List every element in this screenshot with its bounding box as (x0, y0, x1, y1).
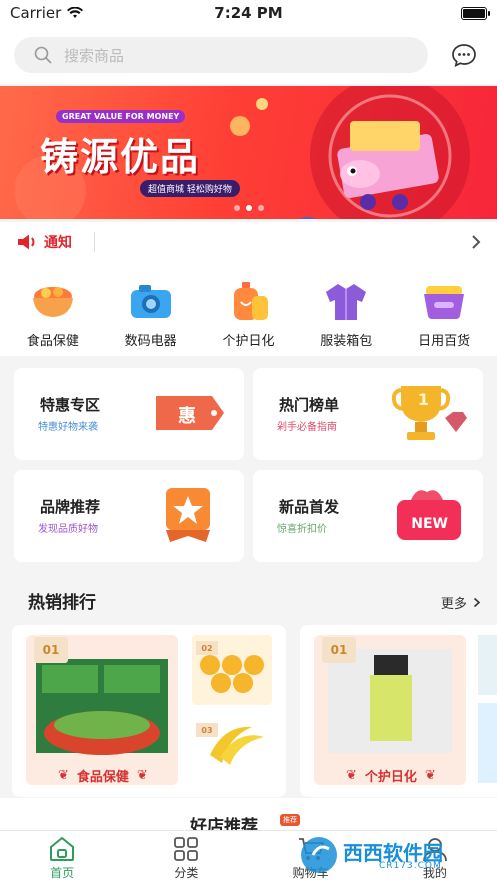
banner-dot-active[interactable] (245, 205, 252, 211)
notice-bar[interactable]: 通知 (0, 222, 497, 262)
rank-badge: 01 (322, 637, 356, 663)
laurel-right-icon: ❦ (424, 768, 436, 783)
star-badge-icon (166, 488, 210, 542)
hot-card-category: ❦ 食品保健 ❦ (58, 766, 148, 785)
hot-card-category-label: 个护日化 (364, 770, 417, 785)
chevron-right-icon (473, 597, 481, 608)
section-title: 热销排行 (28, 593, 96, 613)
hot-card-food[interactable]: 01 02 03 ❦ 食品保健 ❦ (12, 625, 286, 797)
category-label: 个护日化 (222, 334, 275, 349)
category-personal-care[interactable]: 个护日化 (202, 262, 294, 356)
banner-dot[interactable] (233, 205, 240, 211)
tab-label: 分类 (174, 866, 199, 880)
category-grid: 食品保健 数码电器 个护日化 服装箱包 日用百货 (0, 262, 497, 356)
promo-card-deals[interactable]: 特惠专区 特惠好物来袭 惠 (14, 368, 244, 460)
carrier-label: Carrier (10, 4, 62, 22)
new-bag-icon (397, 490, 461, 540)
notice-divider (94, 232, 95, 252)
hot-ranking-header: 热销排行 更多 (0, 580, 497, 622)
camera-icon (130, 285, 171, 318)
watermark-sub: CR173.COM (379, 861, 442, 871)
promo-title: 品牌推荐 (40, 498, 101, 516)
watermark-logo: 西西软件园 CR173.COM (299, 835, 489, 875)
promo-banner[interactable]: BUY GREAT VALUE FOR MONEY 铸源优品 超值商城 轻松购好… (0, 86, 497, 219)
banner-title: 铸源优品 (40, 135, 201, 179)
category-daily[interactable]: 日用百货 (398, 262, 490, 356)
promo-title: 热门榜单 (279, 396, 340, 414)
banner-tagline: GREAT VALUE FOR MONEY (56, 110, 186, 123)
category-label: 数码电器 (124, 334, 177, 349)
banner-dot[interactable] (257, 205, 264, 211)
search-placeholder: 搜索商品 (64, 46, 125, 65)
promo-subtitle: 特惠好物来袭 (38, 422, 98, 433)
chat-bubble-icon[interactable] (451, 42, 477, 68)
jacket-icon (326, 284, 367, 320)
laurel-left-icon: ❦ (346, 768, 357, 783)
battery-icon (461, 6, 490, 20)
promo-badge: NEW (411, 516, 448, 532)
app-screen: Carrier 7:24 PM 搜索商品 GREAT VALUE FOR MON… (0, 0, 497, 883)
hot-card-category: ❦ 个护日化 ❦ (346, 766, 436, 785)
rank-badge: 01 (34, 637, 68, 663)
search-bar-row: 搜索商品 (0, 26, 497, 84)
search-icon (34, 46, 52, 64)
grid-icon (174, 837, 199, 861)
category-digital[interactable]: 数码电器 (105, 262, 197, 356)
hot-card-category-label: 食品保健 (76, 770, 129, 785)
trophy-icon (391, 386, 467, 440)
banner-subtitle: 超值商城 轻松购好物 (140, 180, 240, 197)
tab-category[interactable]: 分类 (124, 831, 248, 883)
chevron-right-icon[interactable] (471, 234, 481, 250)
more-label: 更多 (440, 597, 467, 612)
home-icon (50, 836, 75, 861)
rank-badge-small: 03 (196, 723, 218, 737)
promo-title: 新品首发 (279, 498, 340, 516)
category-label: 日用百货 (418, 334, 471, 349)
promo-title: 特惠专区 (40, 396, 101, 414)
tab-home[interactable]: 首页 (0, 831, 124, 883)
tab-label: 首页 (50, 866, 75, 880)
laurel-right-icon: ❦ (136, 768, 148, 783)
more-link[interactable]: 更多 (441, 593, 481, 612)
lotion-icon (234, 282, 269, 320)
notice-label: 通知 (44, 235, 72, 251)
speaker-icon (18, 234, 35, 250)
promo-card-new[interactable]: 新品首发 惊喜折扣价 NEW (253, 470, 483, 562)
category-clothing[interactable]: 服装箱包 (300, 262, 392, 356)
promo-card-brands[interactable]: 品牌推荐 发现品质好物 (14, 470, 244, 562)
laurel-left-icon: ❦ (58, 768, 69, 783)
search-input[interactable]: 搜索商品 (14, 37, 428, 73)
rank-badge-small: 02 (196, 641, 218, 655)
status-bar: Carrier 7:24 PM (0, 0, 497, 26)
banner-pagination (0, 205, 497, 211)
promo-subtitle: 发现品质好物 (38, 524, 98, 535)
basket-icon (424, 286, 465, 319)
food-bowl-icon (32, 287, 73, 317)
promo-subtitle: 惊喜折扣价 (277, 524, 327, 535)
wifi-icon (67, 7, 84, 18)
hot-card-personal-care[interactable]: 01 ❦ 个护日化 ❦ (300, 625, 497, 797)
category-label: 服装箱包 (320, 334, 373, 349)
promo-subtitle: 剁手必备指南 (277, 422, 337, 433)
promo-badge: 1 (417, 390, 429, 409)
recommend-tag: 推荐 (280, 814, 300, 826)
promo-badge: 惠 (178, 406, 196, 427)
category-label: 食品保健 (26, 334, 79, 349)
category-food[interactable]: 食品保健 (7, 262, 99, 356)
shop-recommend-header: 好店推荐 推荐 (0, 798, 497, 837)
promo-card-hot-list[interactable]: 热门榜单 剁手必备指南 1 (253, 368, 483, 460)
